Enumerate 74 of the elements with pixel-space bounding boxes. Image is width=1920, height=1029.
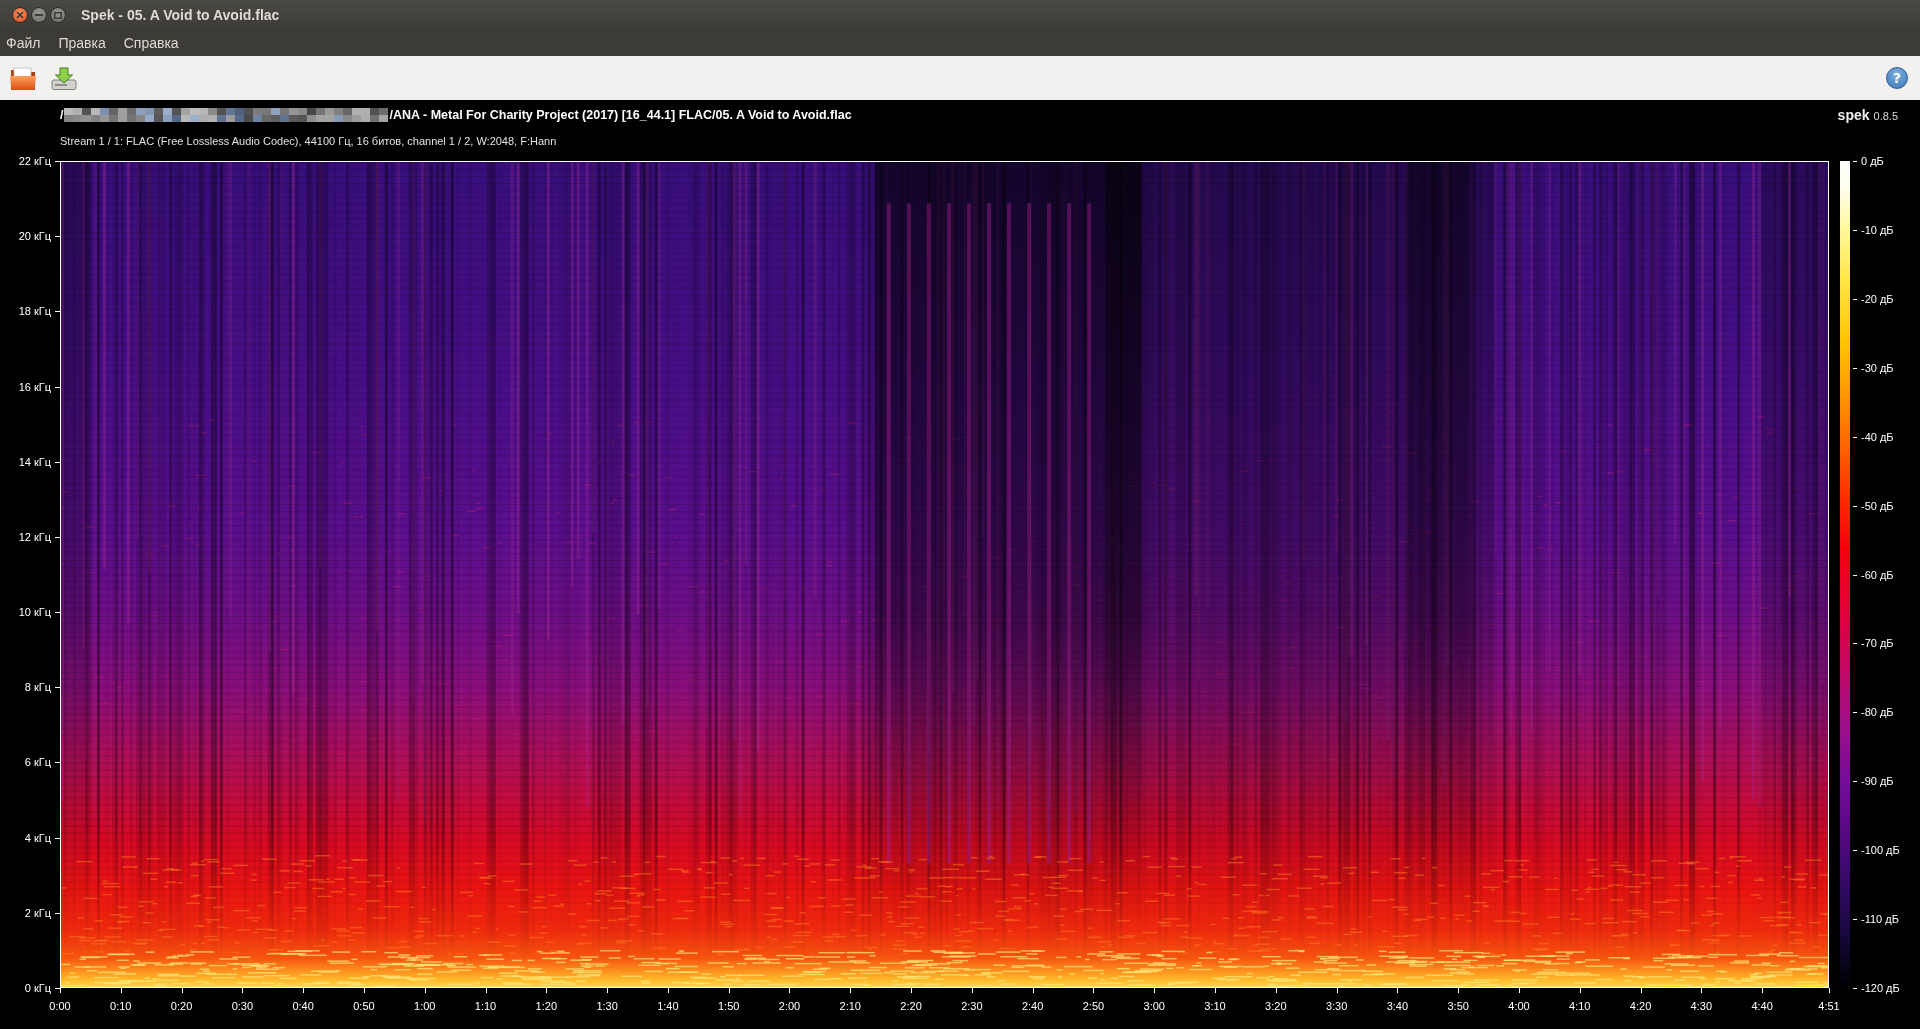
maximize-icon <box>54 11 62 19</box>
time-label: 0:00 <box>49 1000 71 1012</box>
frequency-label: 12 кГц <box>18 530 51 543</box>
file-path-text: /ANA - Metal For Charity Project (2017) [16_44.1] FLAC/05. A Void to Avoid.flac <box>389 108 852 122</box>
level-label: -20 дБ <box>1861 292 1894 305</box>
menu-item[interactable]: Файл <box>0 33 47 53</box>
close-button[interactable] <box>12 7 28 23</box>
frequency-label: 14 кГц <box>18 455 51 468</box>
time-label: 1:20 <box>535 1000 557 1012</box>
app-version: 0.8.5 <box>1873 110 1898 122</box>
level-label: -40 дБ <box>1861 430 1894 443</box>
frequency-label: 4 кГц <box>24 831 51 844</box>
frequency-label: 20 кГц <box>18 230 51 243</box>
level-label: -30 дБ <box>1861 361 1894 374</box>
frequency-label: 16 кГц <box>18 380 51 393</box>
time-label: 1:40 <box>657 1000 679 1012</box>
time-label: 3:40 <box>1386 1000 1409 1012</box>
time-label: 3:30 <box>1325 1000 1348 1012</box>
time-label: 1:00 <box>414 1000 436 1012</box>
stream-info: Stream 1 / 1: FLAC (Free Lossless Audio Codec), 44100 Гц, 16 битов, channel 1 / 2, W:2048, F:Hann <box>60 135 557 147</box>
time-label: 3:10 <box>1204 1000 1226 1012</box>
maximize-button[interactable] <box>50 7 66 23</box>
time-label: 2:30 <box>961 1000 983 1012</box>
level-label: -100 дБ <box>1861 844 1900 857</box>
frequency-label: 2 кГц <box>24 906 51 919</box>
frequency-label: 8 кГц <box>24 681 51 694</box>
time-label: 3:20 <box>1265 1000 1287 1012</box>
app-name: spek <box>1837 107 1870 123</box>
minimize-button[interactable] <box>31 7 47 23</box>
level-label: -60 дБ <box>1861 568 1894 581</box>
time-label: 3:50 <box>1447 1000 1469 1012</box>
time-label: 2:20 <box>900 1000 922 1012</box>
frequency-label: 10 кГц <box>18 606 51 619</box>
time-label: 2:10 <box>839 1000 861 1012</box>
time-label: 4:30 <box>1690 1000 1713 1012</box>
level-label: -90 дБ <box>1861 775 1894 788</box>
frequency-label: 22 кГц <box>18 155 51 167</box>
time-label: 0:10 <box>110 1000 132 1012</box>
time-label: 0:30 <box>231 1000 254 1012</box>
level-label: -120 дБ <box>1861 982 1900 994</box>
close-icon <box>16 11 24 19</box>
level-label: -110 дБ <box>1861 913 1899 926</box>
time-label: 2:50 <box>1082 1000 1105 1012</box>
level-label: -10 дБ <box>1861 223 1894 236</box>
open-button[interactable] <box>8 64 38 92</box>
time-label: 4:00 <box>1508 1000 1530 1012</box>
folder-icon <box>10 66 36 90</box>
time-label: 4:51 <box>1818 1000 1840 1012</box>
time-label: 4:20 <box>1629 1000 1652 1012</box>
time-label: 0:50 <box>353 1000 375 1012</box>
menu-item[interactable]: Справка <box>117 33 185 53</box>
time-label: 3:00 <box>1143 1000 1165 1012</box>
time-label: 2:40 <box>1021 1000 1044 1012</box>
menu-item[interactable]: Правка <box>52 33 112 53</box>
level-label: 0 дБ <box>1861 155 1884 167</box>
level-label: -70 дБ <box>1861 637 1894 650</box>
level-label: -50 дБ <box>1861 499 1894 512</box>
time-label: 0:20 <box>170 1000 193 1012</box>
time-label: 4:40 <box>1751 1000 1773 1012</box>
frequency-label: 18 кГц <box>18 305 51 318</box>
time-label: 1:10 <box>474 1000 497 1012</box>
drive-download-icon <box>51 66 77 90</box>
window-title: Spek - 05. A Void to Avoid.flac <box>81 7 280 23</box>
frequency-label: 0 кГц <box>24 982 51 994</box>
time-label: 1:30 <box>596 1000 618 1012</box>
frequency-label: 6 кГц <box>24 756 51 769</box>
minimize-icon <box>35 14 43 16</box>
time-label: 4:10 <box>1569 1000 1591 1012</box>
time-label: 1:50 <box>718 1000 740 1012</box>
time-label: 0:40 <box>292 1000 314 1012</box>
time-label: 2:00 <box>778 1000 801 1012</box>
level-label: -80 дБ <box>1861 706 1894 719</box>
save-button[interactable] <box>49 64 79 92</box>
file-path-slash: / <box>60 108 64 122</box>
